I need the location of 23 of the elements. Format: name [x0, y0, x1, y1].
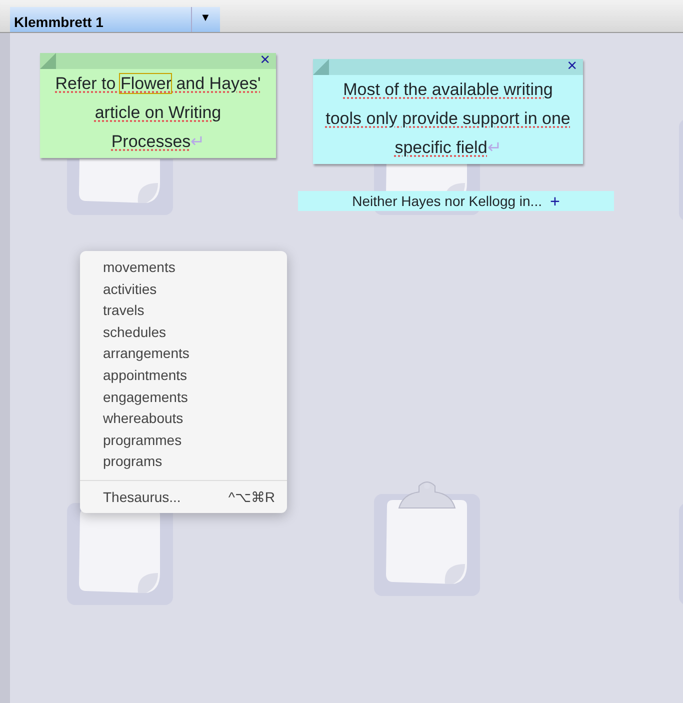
shortcut-text: ^⌥⌘R	[228, 488, 275, 507]
menu-item[interactable]: whereabouts	[80, 408, 287, 430]
menu-item-label: Thesaurus...	[103, 488, 181, 507]
tab[interactable]: Klemmbrett 1 ▼	[10, 7, 220, 32]
close-button[interactable]: ×	[260, 51, 270, 68]
menu-item[interactable]: engagements	[80, 386, 287, 408]
menu-item[interactable]: programmes	[80, 430, 287, 452]
menu-item[interactable]: appointments	[80, 364, 287, 387]
folded-corner-icon	[40, 53, 56, 69]
menu-item[interactable]: movements	[80, 257, 287, 279]
menu-item[interactable]: Thesaurus... ^⌥⌘R	[80, 486, 287, 507]
note-text[interactable]: Most of the available writing tools only provide support in one specific field↵	[323, 75, 573, 164]
folded-corner-icon	[313, 59, 329, 75]
label-text[interactable]: Neither Hayes nor Kellogg in...	[352, 190, 542, 212]
close-button[interactable]: ×	[567, 57, 577, 74]
add-button[interactable]: +	[550, 192, 560, 210]
menu-item[interactable]: activities	[80, 278, 287, 300]
menu-item[interactable]: travels	[80, 300, 287, 322]
menu-item[interactable]: schedules	[80, 322, 287, 344]
menu-item[interactable]: arrangements	[80, 343, 287, 365]
dropdown-arrow-icon[interactable]: ▼	[192, 7, 219, 32]
menu-item[interactable]: programs	[80, 451, 287, 473]
note-text[interactable]: Refer to Flower and Hayes' article on Writing Processes↵	[52, 69, 264, 158]
